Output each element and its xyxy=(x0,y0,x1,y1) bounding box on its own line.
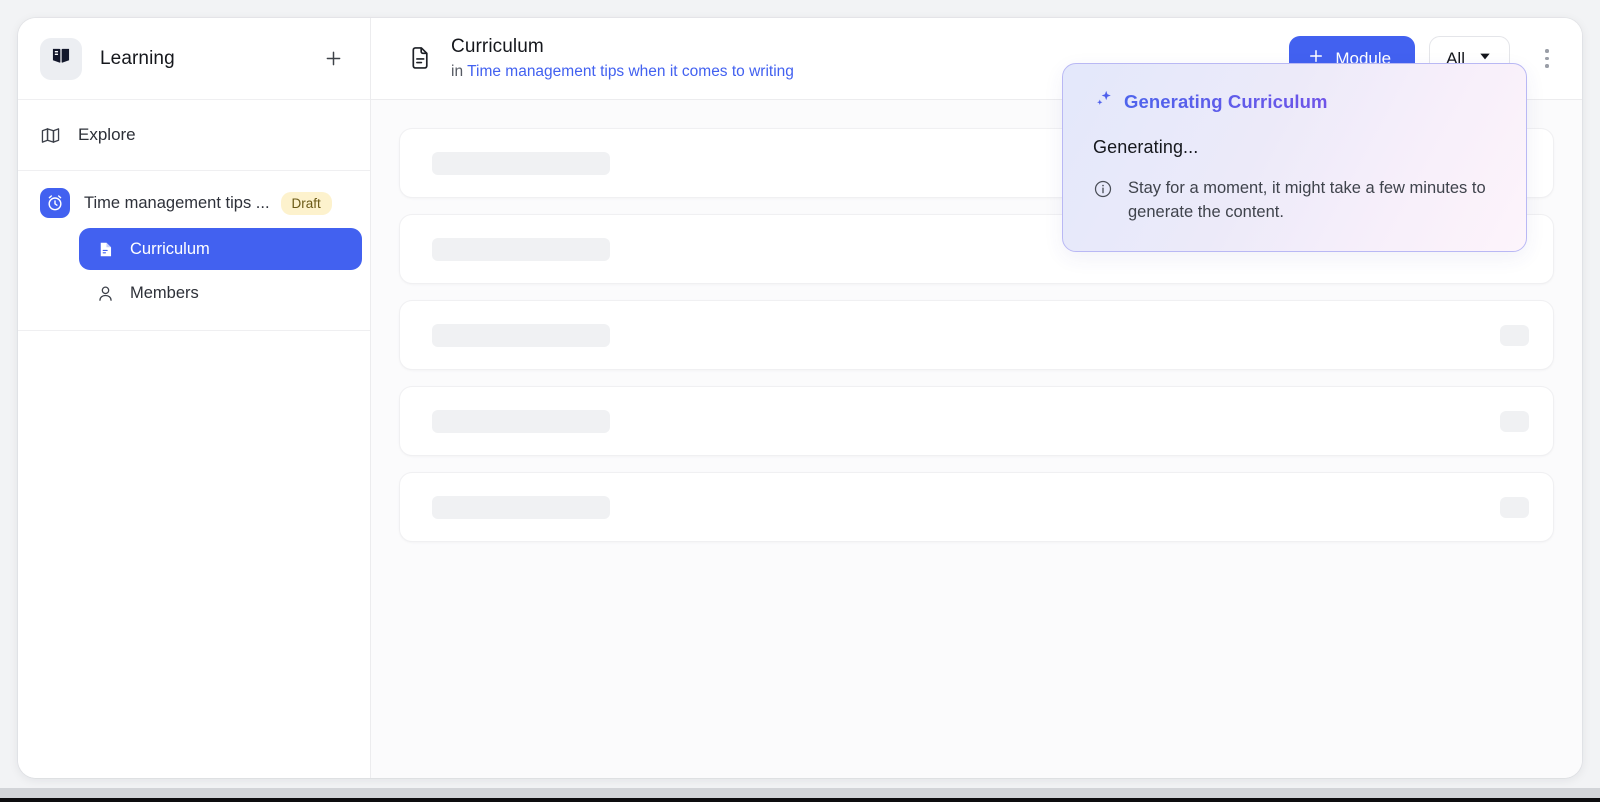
sidebar-course-row[interactable]: Time management tips ... Draft xyxy=(18,183,370,223)
skeleton-title-placeholder xyxy=(432,409,610,433)
breadcrumb-prefix: in xyxy=(451,63,464,81)
sidebar-item-curriculum-label: Curriculum xyxy=(130,239,210,258)
app-root: Learning Explore Time management tips ..… xyxy=(0,0,1600,802)
plus-icon xyxy=(326,51,340,66)
skeleton-row xyxy=(399,386,1554,456)
brand-name: Learning xyxy=(100,47,175,69)
status-badge-draft: Draft xyxy=(280,191,332,215)
popup-status-text: Generating... xyxy=(1093,137,1199,157)
sidebar-item-members[interactable]: Members xyxy=(79,272,362,314)
breadcrumb-link[interactable]: Time management tips when it comes to wr… xyxy=(467,63,794,80)
sidebar-course-title: Time management tips ... xyxy=(84,193,270,212)
skeleton-title-placeholder xyxy=(432,495,610,519)
main-panel: Curriculum in Time management tips when … xyxy=(371,18,1582,778)
sidebar: Learning Explore Time management tips ..… xyxy=(18,18,371,778)
sidebar-course-block: Time management tips ... Draft Curriculu… xyxy=(18,171,370,331)
skeleton-chip-placeholder xyxy=(1500,324,1529,346)
sidebar-item-curriculum[interactable]: Curriculum xyxy=(79,228,362,270)
popup-note: Stay for a moment, it might take a few m… xyxy=(1093,177,1500,225)
skeleton-title-placeholder xyxy=(432,151,610,175)
sidebar-item-explore-label: Explore xyxy=(78,125,136,144)
kebab-dot xyxy=(1545,56,1549,61)
popup-title: Generating Curriculum xyxy=(1124,90,1328,112)
skeleton-title-placeholder xyxy=(432,323,610,347)
app-window: Learning Explore Time management tips ..… xyxy=(18,18,1582,778)
window-bottom-strip xyxy=(0,788,1600,798)
map-icon xyxy=(40,125,66,146)
sidebar-primary-nav: Explore xyxy=(18,100,370,171)
sidebar-course-subnav: Curriculum Members xyxy=(18,228,370,314)
kebab-dot xyxy=(1545,64,1549,68)
more-options-button[interactable] xyxy=(1530,39,1564,79)
info-circle-icon xyxy=(1093,179,1113,204)
person-icon xyxy=(93,284,117,303)
alarm-clock-icon xyxy=(40,188,70,218)
skeleton-row xyxy=(399,300,1554,370)
sidebar-header: Learning xyxy=(18,18,370,100)
skeleton-chip-placeholder xyxy=(1500,410,1529,432)
add-workspace-button[interactable] xyxy=(318,44,348,74)
sidebar-item-members-label: Members xyxy=(130,283,199,302)
brand-logo xyxy=(40,37,82,80)
skeleton-chip-placeholder xyxy=(1500,496,1529,518)
popup-note-text: Stay for a moment, it might take a few m… xyxy=(1128,179,1486,221)
generating-curriculum-popup: Generating Curriculum Generating... Stay… xyxy=(1062,63,1527,252)
skeleton-title-placeholder xyxy=(432,237,610,261)
popup-header: Generating Curriculum xyxy=(1093,88,1500,115)
skeleton-row xyxy=(399,472,1554,542)
sidebar-item-explore[interactable]: Explore xyxy=(18,114,370,156)
document-text-icon xyxy=(405,45,435,72)
open-book-icon xyxy=(50,45,72,72)
sparkle-icon xyxy=(1093,88,1115,115)
kebab-dot xyxy=(1545,49,1549,53)
window-bottom-edge xyxy=(0,798,1600,802)
page-title: Curriculum xyxy=(451,35,544,57)
document-icon xyxy=(93,240,117,259)
